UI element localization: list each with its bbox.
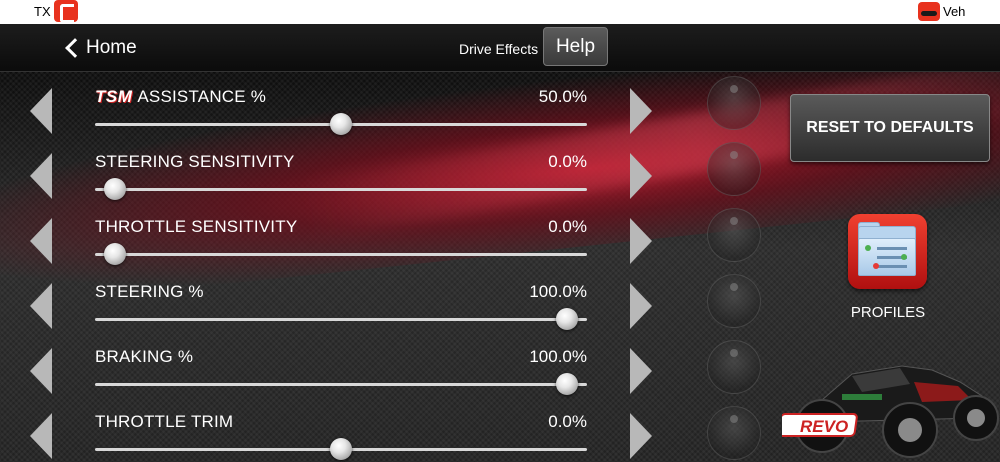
slider-thumb[interactable]: [556, 308, 578, 330]
dial-icon[interactable]: [707, 406, 761, 460]
home-back-button[interactable]: Home: [62, 34, 137, 62]
setting-value: 0.0%: [548, 152, 587, 171]
setting-label: STEERING SENSITIVITY: [95, 152, 295, 171]
setting-row-throttle-trim: THROTTLE TRIM 0.0%: [0, 403, 700, 462]
transmitter-icon: [54, 0, 78, 22]
nav-bar: Home Drive Effects Help: [0, 24, 1000, 72]
profiles-button[interactable]: PROFILES: [848, 214, 928, 324]
setting-slider[interactable]: [95, 438, 587, 460]
folder-settings-icon: [848, 214, 927, 289]
slider-thumb[interactable]: [556, 373, 578, 395]
setting-value: 100.0%: [529, 347, 587, 366]
setting-row-steering-sensitivity: STEERING SENSITIVITY 0.0%: [0, 143, 700, 208]
setting-value: 100.0%: [529, 282, 587, 301]
dial-icon[interactable]: [707, 340, 761, 394]
decrease-arrow-icon[interactable]: [30, 153, 52, 199]
setting-value: 0.0%: [548, 217, 587, 236]
increase-arrow-icon[interactable]: [630, 88, 652, 134]
setting-slider[interactable]: [95, 243, 587, 265]
setting-value: 0.0%: [548, 412, 587, 431]
setting-slider[interactable]: [95, 178, 587, 200]
dial-icon[interactable]: [707, 76, 761, 130]
status-bar: TX Veh: [0, 0, 1000, 24]
dial-icon[interactable]: [707, 142, 761, 196]
page-title: Drive Effects: [459, 41, 539, 57]
setting-label: THROTTLE TRIM: [95, 412, 234, 431]
increase-arrow-icon[interactable]: [630, 348, 652, 394]
increase-arrow-icon[interactable]: [630, 153, 652, 199]
slider-thumb[interactable]: [330, 438, 352, 460]
revo-logo: REVO: [800, 417, 848, 436]
setting-row-steering: STEERING % 100.0%: [0, 273, 700, 338]
chevron-left-icon: [65, 38, 85, 58]
revo-truck-image: REVO: [782, 365, 999, 458]
vehicle-icon: [918, 2, 940, 21]
dial-icon[interactable]: [707, 208, 761, 262]
decrease-arrow-icon[interactable]: [30, 88, 52, 134]
tx-label: TX: [34, 4, 51, 19]
reset-to-defaults-button[interactable]: RESET TO DEFAULTS: [790, 94, 990, 162]
setting-label: THROTTLE SENSITIVITY: [95, 217, 298, 236]
setting-label-text: ASSISTANCE %: [137, 87, 267, 106]
slider-thumb[interactable]: [104, 178, 126, 200]
veh-label: Veh: [943, 4, 966, 19]
dial-icon[interactable]: [707, 274, 761, 328]
setting-row-throttle-sensitivity: THROTTLE SENSITIVITY 0.0%: [0, 208, 700, 273]
setting-row-braking: BRAKING % 100.0%: [0, 338, 700, 403]
increase-arrow-icon[interactable]: [630, 413, 652, 459]
decrease-arrow-icon[interactable]: [30, 348, 52, 394]
setting-slider[interactable]: [95, 308, 587, 330]
decrease-arrow-icon[interactable]: [30, 283, 52, 329]
decrease-arrow-icon[interactable]: [30, 413, 52, 459]
setting-slider[interactable]: [95, 373, 587, 395]
slider-thumb[interactable]: [330, 113, 352, 135]
setting-slider[interactable]: [95, 113, 587, 135]
setting-label: STEERING %: [95, 282, 204, 301]
increase-arrow-icon[interactable]: [630, 218, 652, 264]
slider-thumb[interactable]: [104, 243, 126, 265]
profiles-label: PROFILES: [850, 304, 926, 321]
increase-arrow-icon[interactable]: [630, 283, 652, 329]
tsm-logo: TSM: [95, 87, 133, 106]
help-button[interactable]: Help: [543, 27, 608, 66]
setting-value: 50.0%: [538, 87, 587, 106]
decrease-arrow-icon[interactable]: [30, 218, 52, 264]
setting-label: BRAKING %: [95, 347, 194, 366]
back-label: Home: [86, 37, 137, 58]
setting-label: TSM ASSISTANCE %: [95, 87, 266, 107]
setting-row-tsm-assistance: TSM ASSISTANCE % 50.0%: [0, 78, 700, 143]
